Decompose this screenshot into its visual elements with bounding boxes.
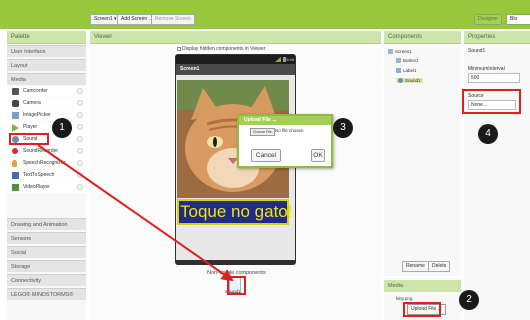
palette-category-storage[interactable]: Storage <box>7 260 86 272</box>
signal-icon <box>275 57 281 62</box>
tree-label: Screen1 <box>395 49 412 54</box>
screen-select[interactable]: Screen1 ▾ <box>90 14 121 25</box>
designer-button[interactable]: Designer <box>473 14 502 25</box>
help-icon[interactable]: ? <box>77 160 83 166</box>
palette-item-texttospeech[interactable]: TextToSpeech ? <box>7 170 86 181</box>
upload-highlight-box <box>403 302 441 317</box>
sound-icon <box>398 78 403 84</box>
blocks-button[interactable]: Blo <box>506 14 530 25</box>
help-icon[interactable]: ? <box>77 88 83 94</box>
display-hidden-label: Display hidden components in Viewer <box>182 46 266 52</box>
media-file-item[interactable]: kitty.png <box>396 296 412 301</box>
help-icon[interactable]: ? <box>77 184 83 190</box>
palette-item-label: ImagePicker <box>23 112 51 118</box>
player-icon <box>12 124 19 132</box>
tree-item-button1[interactable]: Button1 <box>396 58 419 64</box>
top-toolbar <box>0 0 530 29</box>
media-header: Media <box>384 280 461 292</box>
tree-item-screen1[interactable]: Screen1 <box>388 49 412 55</box>
help-icon[interactable]: ? <box>77 112 83 118</box>
sound-highlight-box <box>9 133 49 145</box>
tree-label: Button1 <box>403 58 419 63</box>
display-hidden-checkbox[interactable]: Display hidden components in Viewer <box>177 46 265 52</box>
palette-category-social[interactable]: Social <box>7 246 86 258</box>
palette-item-label: SpeechRecognizer <box>23 160 66 166</box>
palette-item-camera[interactable]: Camera ? <box>7 98 86 109</box>
palette-category-connectivity[interactable]: Connectivity <box>7 274 86 286</box>
palette-item-speechrecognizer[interactable]: SpeechRecognizer ? <box>7 158 86 169</box>
delete-button[interactable]: Delete <box>428 261 451 272</box>
label-icon <box>396 68 401 74</box>
palette-category-drawing-animation[interactable]: Drawing and Animation <box>7 218 86 230</box>
palette-item-label: TextToSpeech <box>23 172 55 178</box>
palette-category-user-interface[interactable]: User Interface <box>7 45 86 57</box>
palette-item-soundrecorder[interactable]: SoundRecorder ? <box>7 146 86 157</box>
step-badge-3: 3 <box>333 118 353 138</box>
status-time: 9:48 <box>286 57 294 62</box>
components-header: Components <box>384 31 461 44</box>
properties-header: Properties <box>464 31 530 44</box>
phone-status-bar: 9:48 <box>176 55 295 64</box>
upload-dialog-title: Upload File ... <box>239 116 331 125</box>
palette-item-label: VideoPlayer <box>23 184 50 190</box>
palette-item-label: Player <box>23 124 38 130</box>
speech-recognizer-icon <box>12 160 17 167</box>
palette-item-player[interactable]: Player ? <box>7 122 86 133</box>
palette-item-camcorder[interactable]: Camcorder ? <box>7 86 86 97</box>
help-icon[interactable]: ? <box>77 136 83 142</box>
palette-category-layout[interactable]: Layout <box>7 59 86 71</box>
tree-label: Label1 <box>403 68 417 73</box>
camcorder-icon <box>12 88 19 95</box>
sound-recorder-icon <box>12 148 18 154</box>
palette-category-sensors[interactable]: Sensors <box>7 232 86 244</box>
video-player-icon <box>12 184 19 191</box>
palette-item-imagepicker[interactable]: ImagePicker ? <box>7 110 86 121</box>
ok-button[interactable]: OK <box>311 149 325 162</box>
image-picker-icon <box>12 112 19 119</box>
sound1-highlight-box <box>227 276 246 295</box>
choose-file-button[interactable]: Choose File <box>250 128 275 136</box>
palette-category-lego[interactable]: LEGO® MINDSTORMS® <box>7 288 86 300</box>
button-icon <box>396 58 401 64</box>
palette-item-label: SoundRecorder <box>23 148 59 154</box>
step-badge-1: 1 <box>52 118 72 138</box>
text-to-speech-icon <box>12 172 19 179</box>
palette-category-media[interactable]: Media <box>7 73 86 85</box>
remove-screen-button[interactable]: Remove Screen <box>151 14 195 25</box>
screen-title-bar: Screen1 <box>176 64 295 75</box>
min-interval-input[interactable]: 500 <box>468 73 520 83</box>
step-badge-4: 4 <box>478 124 498 144</box>
palette-item-label: Camera <box>23 100 41 106</box>
min-interval-label: MinimumInterval <box>468 66 505 72</box>
help-icon[interactable]: ? <box>77 172 83 178</box>
label1-text: Toque no gato! <box>180 202 293 221</box>
screen-icon <box>388 49 393 55</box>
help-icon[interactable]: ? <box>77 148 83 154</box>
step-badge-2: 2 <box>459 290 479 310</box>
help-icon[interactable]: ? <box>77 124 83 130</box>
viewer-header: Viewer <box>90 31 381 44</box>
tree-label: Sound1 <box>405 78 421 83</box>
rename-button[interactable]: Rename <box>402 261 429 272</box>
palette-item-videoplayer[interactable]: VideoPlayer ? <box>7 182 86 193</box>
no-file-text: No file chosen <box>275 128 304 133</box>
help-icon[interactable]: ? <box>77 100 83 106</box>
properties-component-name: Sound1 <box>468 48 486 54</box>
source-highlight-box <box>462 89 521 114</box>
checkbox-icon[interactable] <box>177 46 181 51</box>
tree-item-sound1[interactable]: Sound1 <box>396 78 423 84</box>
camera-icon <box>12 100 19 107</box>
tree-item-label1[interactable]: Label1 <box>396 68 417 74</box>
palette-header: Palette <box>7 31 86 44</box>
cancel-button[interactable]: Cancel <box>251 149 281 162</box>
palette-item-label: Camcorder <box>23 88 48 94</box>
